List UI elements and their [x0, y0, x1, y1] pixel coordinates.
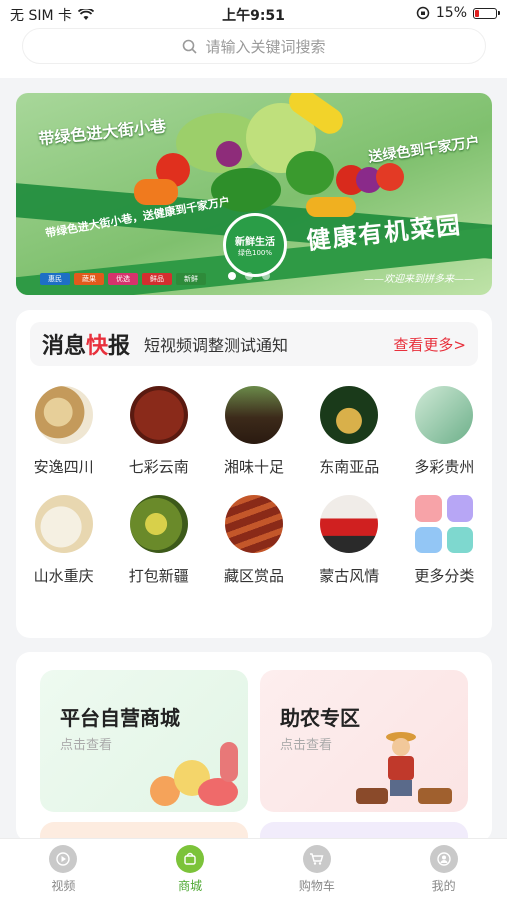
play-icon [49, 845, 78, 873]
farm-aid-tile[interactable]: 助农专区 点击查看 [260, 670, 468, 812]
partner-logo: 鲜品 [142, 273, 172, 285]
carousel-indicator[interactable] [228, 272, 270, 280]
farm-aid-subtitle: 点击查看 [280, 738, 333, 753]
category-label: 七彩云南 [128, 458, 189, 476]
battery-icon [473, 7, 500, 19]
banner-slogan-left: 带绿色进大街小巷 [37, 116, 167, 149]
category-label: 更多分类 [414, 567, 475, 585]
fruit-illustration [150, 742, 240, 812]
search-icon [183, 39, 198, 54]
partner-logo: 惠民 [40, 273, 70, 285]
category-label: 多彩贵州 [414, 458, 475, 476]
category-hunan[interactable]: 湘味十足 [206, 386, 301, 477]
category-image [415, 386, 474, 444]
tab-label: 商城 [178, 879, 203, 893]
cart-icon [302, 845, 331, 873]
category-image [224, 495, 283, 553]
search-placeholder: 请输入关键词搜索 [205, 37, 326, 56]
category-image [34, 495, 93, 553]
freshness-seal: 新鲜生活 绿色100% [223, 213, 287, 277]
shop-bag-icon [176, 845, 205, 873]
category-mongolia[interactable]: 蒙古风情 [302, 495, 397, 586]
category-image [34, 386, 93, 444]
promo-banner[interactable]: 带绿色进大街小巷 送绿色到千家万户 带绿色进大街小巷，送健康到千家万户 健康有机… [16, 93, 492, 295]
category-image [224, 386, 283, 444]
category-label: 打包新疆 [128, 567, 189, 585]
tab-label: 购物车 [298, 879, 335, 893]
partner-logo: 优选 [108, 273, 138, 285]
category-guizhou[interactable]: 多彩贵州 [397, 386, 492, 477]
news-more-link[interactable]: 查看更多> [393, 334, 466, 355]
self-mall-title: 平台自营商城 [60, 706, 180, 730]
category-label: 安逸四川 [33, 458, 94, 476]
bottom-tab-bar: 视频 商城 购物车 我的 [0, 838, 507, 900]
battery-percent: 15% [435, 5, 467, 21]
category-label: 山水重庆 [33, 567, 94, 585]
partner-logo: 新鲜 [176, 273, 206, 285]
mall-section: 平台自营商城 点击查看 助农专区 点击查看 [16, 652, 492, 842]
category-more[interactable]: 更多分类 [397, 495, 492, 586]
status-bar: 无 SIM 卡 上午9:51 15% [0, 0, 507, 28]
status-right: 15% [416, 5, 500, 21]
seal-sub-text: 绿色100% [237, 248, 272, 257]
more-categories-icon [415, 495, 474, 553]
news-bar[interactable]: 消息快报 短视频调整测试通知 查看更多> [30, 322, 478, 366]
tab-mall[interactable]: 商城 [127, 839, 254, 900]
category-sichuan[interactable]: 安逸四川 [16, 386, 111, 477]
tab-profile[interactable]: 我的 [380, 839, 507, 900]
orientation-lock-icon [416, 6, 430, 20]
carousel-dot[interactable] [228, 272, 236, 280]
news-category-card: 消息快报 短视频调整测试通知 查看更多> 安逸四川 七彩云南 湘味十足 东南亚品… [16, 310, 492, 638]
seal-main-text: 新鲜生活 [235, 236, 275, 248]
news-headline[interactable]: 短视频调整测试通知 [144, 332, 393, 356]
tab-label: 视频 [51, 879, 76, 893]
category-grid: 安逸四川 七彩云南 湘味十足 东南亚品 多彩贵州 山水重庆 打包新疆 藏区赏品 [16, 386, 492, 586]
carousel-dot[interactable] [262, 272, 270, 280]
category-image [129, 386, 188, 444]
carousel-dot[interactable] [245, 272, 253, 280]
category-tibet[interactable]: 藏区赏品 [206, 495, 301, 586]
category-label: 蒙古风情 [319, 567, 380, 585]
category-image [320, 495, 379, 553]
category-label: 藏区赏品 [223, 567, 284, 585]
partner-logo: 蔬果 [74, 273, 104, 285]
self-operated-mall-tile[interactable]: 平台自营商城 点击查看 [40, 670, 248, 812]
category-yunnan[interactable]: 七彩云南 [111, 386, 206, 477]
self-mall-subtitle: 点击查看 [60, 738, 113, 753]
category-chongqing[interactable]: 山水重庆 [16, 495, 111, 586]
category-label: 东南亚品 [319, 458, 380, 476]
banner-slogan-right: 送绿色到千家万户 [367, 134, 481, 166]
search-input[interactable]: 请输入关键词搜索 [22, 28, 486, 64]
category-southeast-asia[interactable]: 东南亚品 [302, 386, 397, 477]
farm-aid-title: 助农专区 [280, 706, 360, 730]
user-icon [429, 845, 458, 873]
category-label: 湘味十足 [223, 458, 284, 476]
category-image [320, 386, 379, 444]
banner-welcome: ——欢迎来到拼多来—— [364, 274, 474, 285]
tab-label: 我的 [431, 879, 456, 893]
partner-logos: 惠民 蔬果 优选 鲜品 新鲜 [40, 273, 206, 285]
category-image [129, 495, 188, 553]
tab-cart[interactable]: 购物车 [254, 839, 381, 900]
tab-video[interactable]: 视频 [0, 839, 127, 900]
category-xinjiang[interactable]: 打包新疆 [111, 495, 206, 586]
header: 请输入关键词搜索 [0, 28, 507, 78]
farmer-illustration [356, 726, 466, 812]
news-title: 消息快报 [42, 334, 131, 359]
